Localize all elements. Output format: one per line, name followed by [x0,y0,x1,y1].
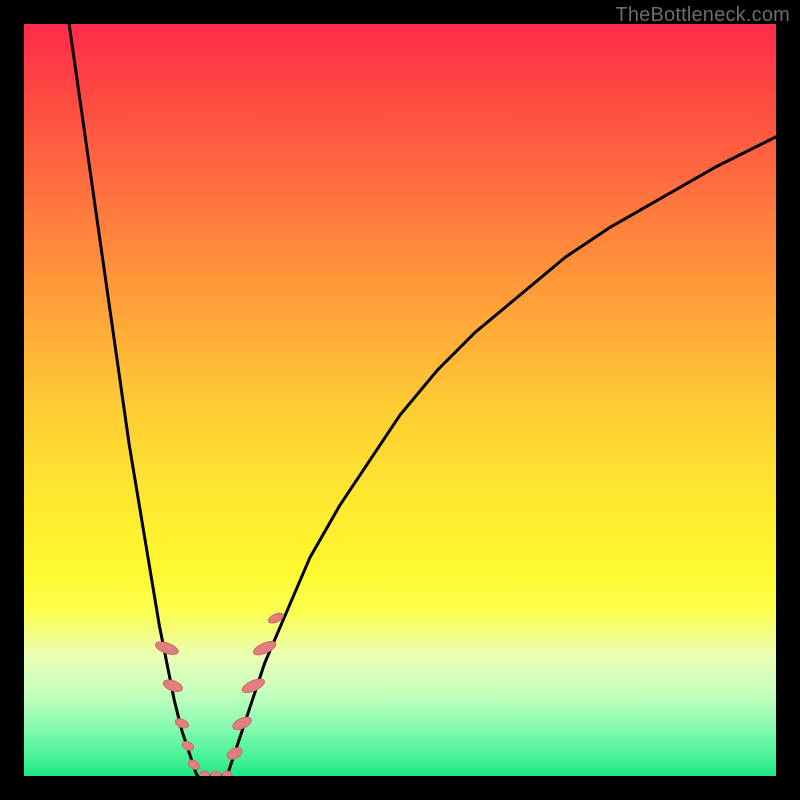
curve-marker [211,771,221,776]
curve-marker [222,771,232,776]
curve-marker [252,639,278,658]
curve-marker [154,639,180,657]
plot-area [24,24,776,776]
watermark-text: TheBottleneck.com [615,4,790,27]
chart-svg [24,24,776,776]
curve-marker [174,717,190,730]
curve-marker [162,678,184,694]
chart-frame: TheBottleneck.com [0,0,800,800]
curve-marker [187,758,201,771]
curve-marker [199,771,209,776]
curve-marker [181,740,195,752]
curve-marker [225,745,244,761]
bottleneck-curve [69,24,776,776]
